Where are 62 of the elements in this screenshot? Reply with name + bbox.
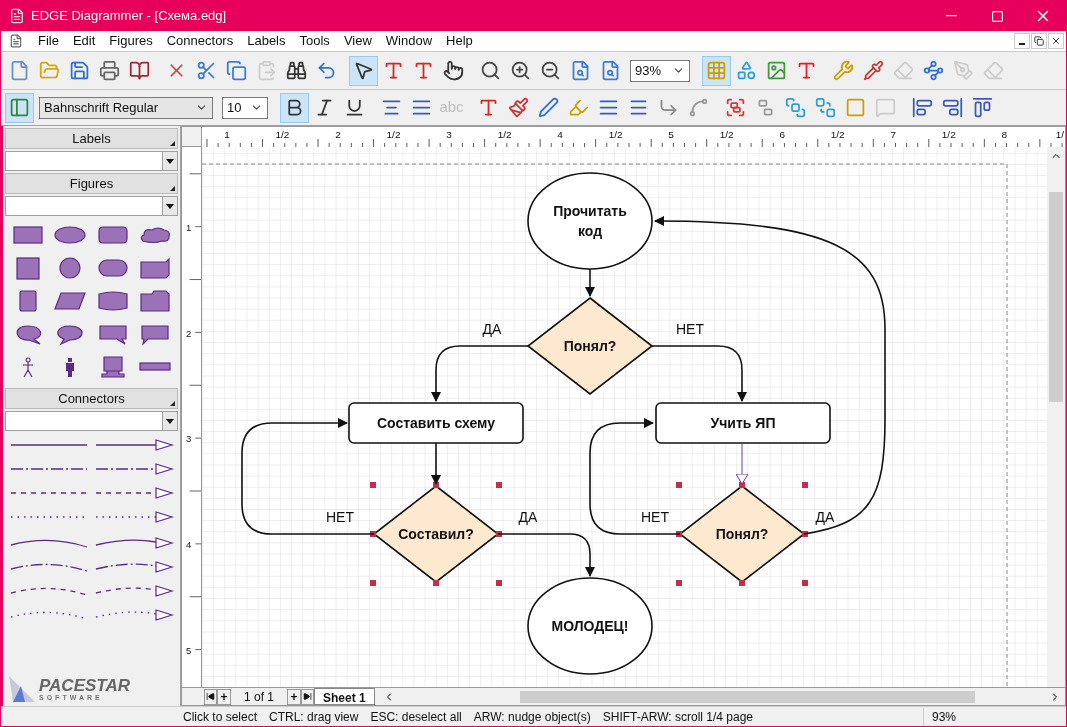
status-hint: ESC: deselect all (370, 708, 462, 726)
ruler-label: 1/2 (830, 129, 845, 140)
edge-label: НЕТ (641, 509, 669, 525)
ruler-label: 1/2 (719, 129, 734, 140)
sheet-tab[interactable]: Sheet 1 (314, 688, 375, 705)
node-label: МОЛОДЕЦ! (551, 618, 629, 634)
panel-header[interactable]: Connectors (5, 388, 178, 409)
ruler-label: 1 (224, 129, 230, 140)
ruler-label: 3 (186, 433, 192, 445)
ruler-label: 1/ (1055, 129, 1064, 140)
edge-label: ДА (482, 321, 502, 337)
ruler-label: 7 (890, 129, 896, 140)
ruler-label: 1/2 (386, 129, 401, 140)
node-label: Учить ЯП (710, 415, 776, 431)
menu-item[interactable]: Figures (102, 31, 160, 51)
edge-label: НЕТ (676, 321, 704, 337)
font-size-dropdown[interactable]: 10 (222, 96, 268, 119)
ruler-label: 1 (186, 221, 192, 233)
page-indicator: 1 of 1 (243, 688, 275, 706)
ruler-label: 3 (446, 129, 452, 140)
zoom-dropdown[interactable]: 93% (630, 59, 690, 82)
node-label: Прочитать код (553, 203, 627, 239)
status-hint: Click to select (183, 708, 258, 726)
edge-label: НЕТ (326, 509, 354, 525)
menu-item[interactable]: Edit (65, 31, 103, 51)
node-label: Составил? (398, 526, 474, 542)
node-label: Понял? (563, 338, 617, 354)
node-label: Понял? (715, 526, 769, 542)
ruler-label: 6 (779, 129, 785, 140)
font-dropdown[interactable]: Bahnschrift Regular (39, 96, 213, 119)
menu-item[interactable]: Connectors (159, 31, 241, 51)
ruler-label: 1/2 (608, 129, 623, 140)
menu-item[interactable]: Tools (292, 31, 337, 51)
ruler-label: 5 (668, 129, 674, 140)
window-title: EDGE Diagrammer - [Схема.edg] (31, 7, 227, 26)
ruler-label: 2 (186, 327, 192, 339)
status-hint: ARW: nudge object(s) (473, 708, 591, 726)
panel-header[interactable]: Labels (5, 128, 178, 149)
ruler-label: 8 (1001, 129, 1007, 140)
add-sheet-button[interactable]: + (217, 688, 231, 705)
ruler-label: 2 (335, 129, 341, 140)
edge-label: ДА (518, 509, 538, 525)
ruler-label: 4 (557, 129, 563, 140)
menu-item[interactable]: File (31, 31, 66, 51)
menu-item[interactable]: Help (439, 31, 480, 51)
menu-item[interactable]: View (336, 31, 379, 51)
diagram-canvas[interactable]: Прочитать код Понял? Составить схему Учить ЯП Составил? Понял? МОЛОДЕЦ! ДА НЕТ НЕТ ДА НЕТ ДА (202, 147, 1047, 687)
panel-header[interactable]: Figures (5, 173, 178, 194)
ruler-label: 4 (186, 539, 192, 550)
status-hint: CTRL: drag view (269, 708, 359, 726)
add-sheet-button[interactable]: + (287, 688, 301, 705)
logo-name: PACESTAR (39, 677, 130, 694)
menu-item[interactable]: Window (378, 31, 440, 51)
menu-item[interactable]: Labels (240, 31, 293, 51)
ruler-label: 5 (186, 644, 192, 656)
edge-label: ДА (815, 509, 835, 525)
zoom-status: 93% (922, 707, 956, 726)
status-hint: SHIFT-ARW: scroll 1/4 page (602, 708, 754, 726)
ruler-label: 1/2 (941, 129, 956, 140)
node-label: Составить схему (376, 415, 496, 431)
ruler-label: 1/2 (275, 129, 290, 140)
ruler-label: 1/2 (497, 129, 512, 140)
